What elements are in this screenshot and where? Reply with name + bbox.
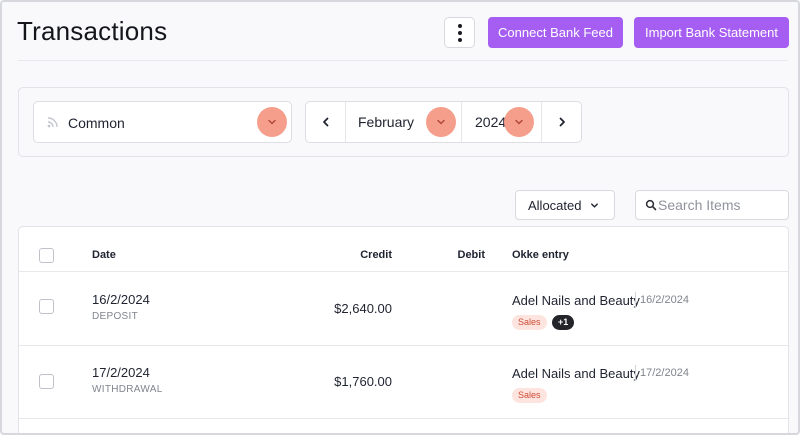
entry-date: 17/2/2024 [640,367,689,379]
header-divider [18,60,788,61]
row-checkbox[interactable] [39,299,54,314]
row-type: WITHDRAWAL [92,384,163,395]
entry-separator [635,365,636,381]
account-select[interactable]: Common [33,101,292,143]
search-icon [645,199,657,211]
month-dropdown-toggle[interactable] [426,107,456,137]
kebab-vertical-icon [457,23,462,28]
search-input[interactable] [658,195,783,215]
year-dropdown-toggle[interactable] [504,107,534,137]
account-select-value: Common [68,115,125,131]
row-credit: $1,760.00 [334,374,392,389]
previous-period-button[interactable] [306,102,346,142]
connect-bank-feed-button[interactable]: Connect Bank Feed [488,17,623,48]
period-selector: February 2024 [305,101,582,143]
column-header-entry[interactable]: Okke entry [512,249,569,261]
chevron-down-icon [591,203,598,208]
row-date: 16/2/2024 [92,292,150,307]
year-select[interactable]: 2024 [462,102,542,142]
row-divider [19,345,788,346]
year-select-value: 2024 [475,114,507,130]
chevron-down-icon [515,119,523,125]
more-options-button[interactable] [444,17,475,48]
month-select[interactable]: February [346,102,462,142]
entry-name-link[interactable]: Adel Nails and Beauty [512,366,640,381]
app-frame: Transactions Connect Bank Feed Import Ba… [0,0,800,435]
transactions-table: Date Credit Debit Okke entry 16/2/2024 D… [18,226,789,433]
rss-feed-icon [47,117,58,128]
row-credit: $2,640.00 [334,301,392,316]
entry-date: 16/2/2024 [640,294,689,306]
page-header: Transactions Connect Bank Feed Import Ba… [2,2,798,60]
next-period-button[interactable] [542,102,582,142]
page-title: Transactions [17,16,168,46]
row-divider [19,418,788,419]
chevron-down-icon [268,119,276,125]
import-bank-statement-button[interactable]: Import Bank Statement [634,17,789,48]
month-select-value: February [358,114,415,130]
chevron-right-icon [559,117,565,127]
status-filter-value: Allocated [528,198,582,213]
column-header-debit[interactable]: Debit [439,249,486,261]
filter-card: Common February 2024 [18,87,789,157]
column-header-date[interactable]: Date [92,249,116,261]
entry-separator [635,292,636,308]
more-tags-badge[interactable]: +1 [552,315,575,330]
row-divider [19,271,788,272]
chevron-down-icon [437,119,445,125]
entry-name-link[interactable]: Adel Nails and Beauty [512,293,640,308]
row-checkbox[interactable] [39,374,54,389]
search-box [635,190,789,220]
account-dropdown-toggle[interactable] [257,107,287,137]
row-type: DEPOSIT [92,311,138,322]
tag-badge: Sales [512,388,547,403]
row-date: 17/2/2024 [92,365,150,380]
chevron-left-icon [322,117,328,127]
column-header-credit[interactable]: Credit [332,249,392,261]
tag-badge: Sales [512,315,547,330]
status-filter-select[interactable]: Allocated [515,190,615,220]
select-all-checkbox[interactable] [39,248,54,263]
